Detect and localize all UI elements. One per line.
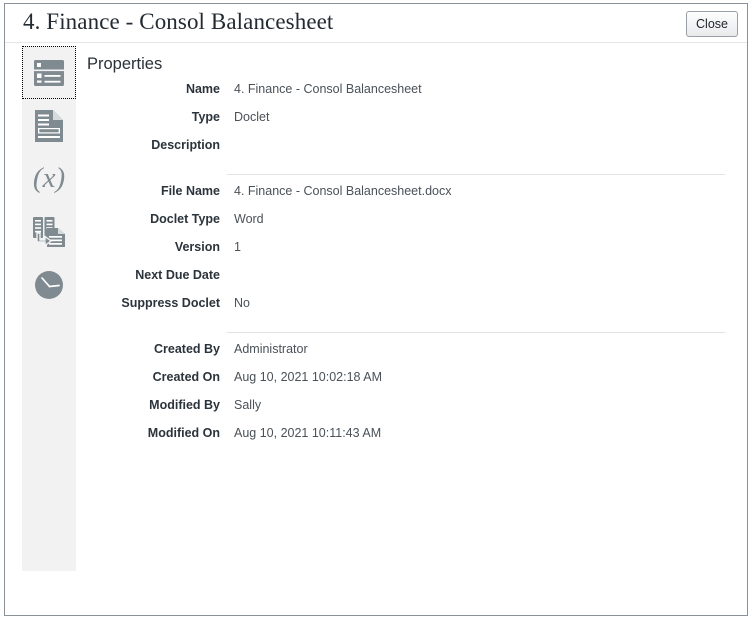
field-row: Created On Aug 10, 2021 10:02:18 AM — [87, 370, 727, 398]
field-group-separator — [227, 332, 725, 333]
field-value: Aug 10, 2021 10:02:18 AM — [234, 370, 383, 384]
field-row: Suppress Doclet No — [87, 296, 727, 324]
field-row: Description — [87, 138, 727, 166]
field-row: File Name 4. Finance - Consol Balanceshee… — [87, 184, 727, 212]
field-label: Doclet Type — [150, 212, 220, 226]
field-value: Administrator — [234, 342, 308, 356]
clock-history-icon — [34, 270, 64, 300]
field-label: Suppress Doclet — [121, 296, 220, 310]
field-label: Modified On — [147, 426, 220, 440]
field-value: 1 — [234, 240, 241, 254]
dialog-header: 4. Finance - Consol Balancesheet Close — [5, 4, 747, 43]
sidebar-item-content[interactable] — [22, 99, 76, 152]
sidebar-item-references[interactable] — [22, 205, 76, 258]
field-label: Name — [185, 82, 220, 96]
field-value: Aug 10, 2021 10:11:43 AM — [234, 426, 382, 440]
sidebar-item-variables[interactable]: (x) — [22, 152, 76, 205]
field-row: Next Due Date — [87, 268, 727, 296]
reference-copy-icon — [33, 216, 65, 247]
field-label: Next Due Date — [135, 268, 220, 282]
field-value: 4. Finance - Consol Balancesheet — [234, 82, 422, 96]
field-label: Version — [174, 240, 220, 254]
field-row: Modified By Sally — [87, 398, 727, 426]
field-label: Created By — [154, 342, 220, 356]
field-group-separator — [227, 174, 725, 175]
field-value: Sally — [234, 398, 262, 412]
field-row: Modified On Aug 10, 2021 10:11:43 AM — [87, 426, 727, 454]
field-value: 4. Finance - Consol Balancesheet.docx — [234, 184, 452, 198]
field-row: Created By Administrator — [87, 342, 727, 370]
properties-dialog: 4. Finance - Consol Balancesheet Close (… — [4, 3, 748, 616]
field-label: Created On — [152, 370, 220, 384]
field-label: Description — [151, 138, 220, 152]
page-title: 4. Finance - Consol Balancesheet — [23, 9, 334, 34]
field-row: Version 1 — [87, 240, 727, 268]
sidebar-item-history[interactable] — [22, 258, 76, 311]
field-value: Word — [234, 212, 264, 226]
field-label: Type — [191, 110, 220, 124]
properties-list-icon — [34, 59, 64, 86]
dialog-body: (x) Properties Name 4. Finance - Consol … — [5, 43, 747, 615]
close-button[interactable]: Close — [686, 11, 738, 37]
field-label: File Name — [160, 184, 220, 198]
sidebar-item-properties[interactable] — [22, 46, 76, 99]
properties-heading: Properties — [87, 55, 163, 73]
field-value: Doclet — [234, 110, 270, 124]
variables-x-icon: (x) — [32, 162, 66, 194]
field-value: No — [234, 296, 250, 310]
field-row: Doclet Type Word — [87, 212, 727, 240]
document-icon — [35, 109, 63, 142]
field-row: Type Doclet — [87, 110, 727, 138]
field-label: Modified By — [149, 398, 220, 412]
icon-sidebar: (x) — [22, 46, 76, 571]
field-row: Name 4. Finance - Consol Balancesheet — [87, 82, 727, 110]
properties-form: Name 4. Finance - Consol Balancesheet Type… — [87, 82, 727, 454]
